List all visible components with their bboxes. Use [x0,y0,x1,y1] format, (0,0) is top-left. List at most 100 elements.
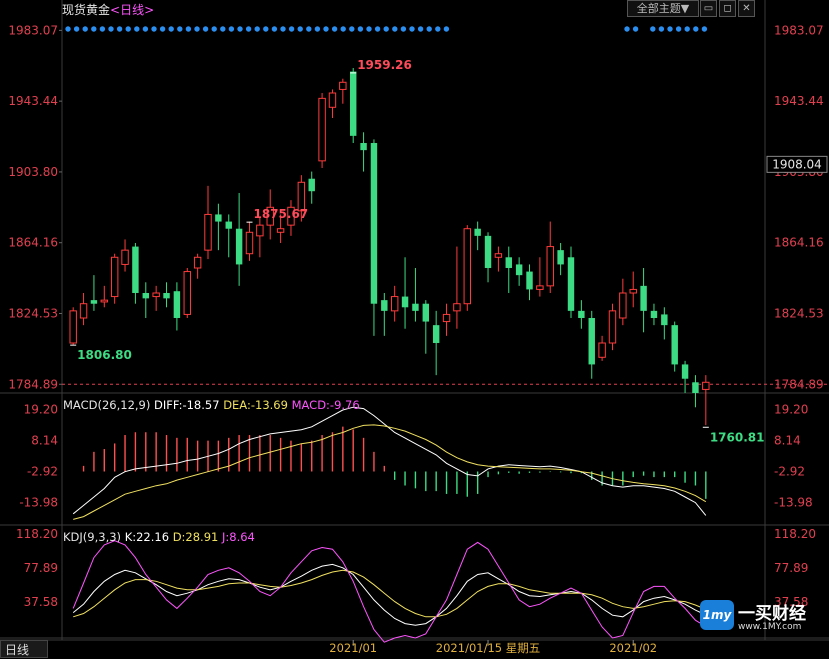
period-label: <日线> [110,3,155,17]
kdj-y-tick-left: 37.58 [24,595,58,609]
candle-body-up [546,246,554,287]
candle-body-down [215,214,222,222]
candle-body-up [598,342,606,358]
candle-body-up [152,292,160,298]
close-icon[interactable]: ✕ [738,0,755,17]
event-dot-marker [202,26,209,32]
candle-body-down [484,235,492,268]
macd-y-tick-right: -13.98 [774,496,813,510]
candle-body-up [702,381,710,390]
candle-body-down [401,296,409,308]
candle-body-up [193,256,202,269]
candle-body-down [567,257,575,311]
event-dot-marker [125,26,131,32]
event-dot-marker [632,26,639,32]
kdj-legend-title: KDJ(9,3,3) [63,530,122,544]
candle-body-up [629,288,637,294]
candle-body-down [308,178,315,192]
candle-body-down [381,300,388,311]
minimize-icon[interactable]: ▭ [700,0,717,17]
event-dot-marker [168,26,174,32]
candle-body-down [588,318,595,365]
event-dot-marker [245,26,252,32]
restore-icon[interactable]: ◻ [719,0,736,17]
candle-body-down [692,382,699,393]
candle-body-down [163,293,170,299]
candle-body-up [328,92,337,108]
event-dot-marker [435,26,441,32]
macd-legend-macd: MACD:-9.76 [291,398,360,412]
event-dot-marker [340,26,346,32]
event-dot-marker [624,26,630,32]
kdj-j-line [72,540,707,643]
candle-body-up [608,310,617,344]
event-dot-marker [211,26,217,32]
extreme-price-label: 1806.80 [77,348,132,362]
main-y-tick-left: 1824.53 [8,306,58,320]
candle-body-down [422,303,430,322]
event-dot-marker [82,26,88,32]
event-dot-marker [374,26,381,32]
candle-body-up [256,224,264,237]
candle-body-up [100,299,109,303]
event-dot-marker [658,26,665,32]
main-y-tick-left: 1943.44 [8,94,58,108]
event-dot-marker [314,26,321,32]
event-dot-marker [349,26,355,32]
main-y-tick-left: 1784.89 [8,377,58,391]
candle-body-up [318,97,326,162]
event-dot-marker [383,26,389,32]
main-y-tick-left: 1903.80 [8,165,58,179]
main-y-tick-right: 1824.53 [774,306,824,320]
kdj-y-tick-right: 77.89 [774,561,808,575]
event-dot-marker [271,26,278,32]
candle-body-down [650,310,658,318]
event-dot-marker [684,26,690,32]
candle-body-up [69,310,77,344]
candle-body-up [619,292,627,319]
candle-body-down [661,314,668,326]
kdj-y-tick-left: 118.20 [16,527,58,541]
event-dot-marker [228,26,235,32]
event-dot-marker [426,26,432,32]
event-dot-marker [263,26,269,32]
main-y-tick-right: 1943.44 [774,94,824,108]
candle-body-down [578,310,585,318]
candle-body-down [142,293,149,299]
event-dot-marker [366,26,372,32]
time-axis-label: 2021/02 [609,641,657,655]
brand-logo-text: 一买财经 [738,604,806,624]
candle-body-down [412,303,419,311]
candle-body-up [121,249,129,265]
event-dot-marker [650,26,656,32]
event-dot-marker [701,26,708,32]
candle-body-down [90,300,98,304]
macd-y-tick-left: 8.14 [31,433,58,447]
event-dot-marker [99,26,106,32]
kdj-legend-d: D:28.91 [172,530,219,544]
brand-logo-url: www.1MY.com [738,622,802,632]
period-tab[interactable]: 日线 [0,640,48,658]
candle-body-down [640,285,647,311]
theme-dropdown-button[interactable]: 全部主题▼ [627,0,699,17]
macd-dea-line [73,424,707,520]
event-dot-marker [400,26,407,32]
kdj-y-tick-right: 118.20 [774,527,816,541]
symbol-name: 现货黄金 [62,3,111,17]
candle-body-up [204,213,212,251]
event-dot-marker [108,26,114,32]
kdj-k-line [72,563,707,626]
main-y-tick-right: 1784.89 [774,377,824,391]
event-dot-marker [693,26,699,32]
kdj-y-tick-left: 77.89 [24,561,58,575]
macd-y-tick-right: -2.92 [774,464,805,478]
event-dot-marker [194,26,200,32]
candle-body-down [671,325,678,365]
candle-body-down [681,364,689,379]
candle-body-up [110,256,119,298]
event-dot-marker [417,26,424,32]
candle-body-up [276,228,285,233]
macd-legend: MACD(26,12,9) DIFF:-18.57 DEA:-13.69 MAC… [63,398,360,412]
extreme-price-label: 1760.81 [710,430,765,444]
candle-body-up [494,253,503,258]
